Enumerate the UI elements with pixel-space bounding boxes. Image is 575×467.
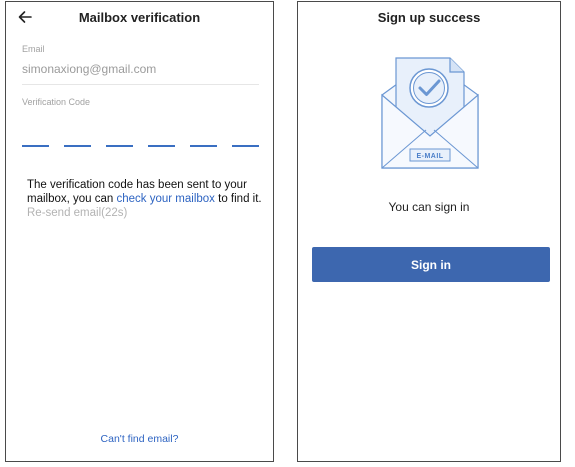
message-text-end: to find it. — [214, 193, 262, 205]
cant-find-email-link[interactable]: Can't find email? — [6, 433, 273, 445]
page-title: Sign up success — [377, 10, 481, 25]
verification-code-input[interactable] — [22, 141, 260, 149]
email-label: Email — [22, 44, 45, 54]
sign-in-message: You can sign in — [388, 200, 470, 214]
check-mailbox-link[interactable]: check your mailbox — [117, 193, 215, 205]
email-check-icon: E-MAIL — [381, 57, 479, 169]
mailbox-verification-screen: Mailbox verification Email simonaxiong@g… — [5, 1, 274, 462]
resend-email-link: Re-send email(22s) — [27, 207, 128, 219]
verification-message: The verification code has been sent to y… — [27, 178, 265, 220]
code-digit-slot[interactable] — [190, 145, 217, 147]
code-digit-slot[interactable] — [64, 145, 91, 147]
code-digit-slot[interactable] — [232, 145, 259, 147]
email-divider — [22, 84, 259, 85]
sign-up-success-screen: Sign up success E-MAIL You can sign in S… — [297, 1, 561, 462]
code-digit-slot[interactable] — [148, 145, 175, 147]
code-digit-slot[interactable] — [106, 145, 133, 147]
page-title: Mailbox verification — [78, 10, 201, 25]
email-label-text: E-MAIL — [416, 153, 443, 160]
verification-code-label: Verification Code — [22, 97, 91, 107]
sign-in-button[interactable]: Sign in — [312, 247, 550, 282]
email-field[interactable]: simonaxiong@gmail.com — [22, 62, 156, 76]
code-digit-slot[interactable] — [22, 145, 49, 147]
